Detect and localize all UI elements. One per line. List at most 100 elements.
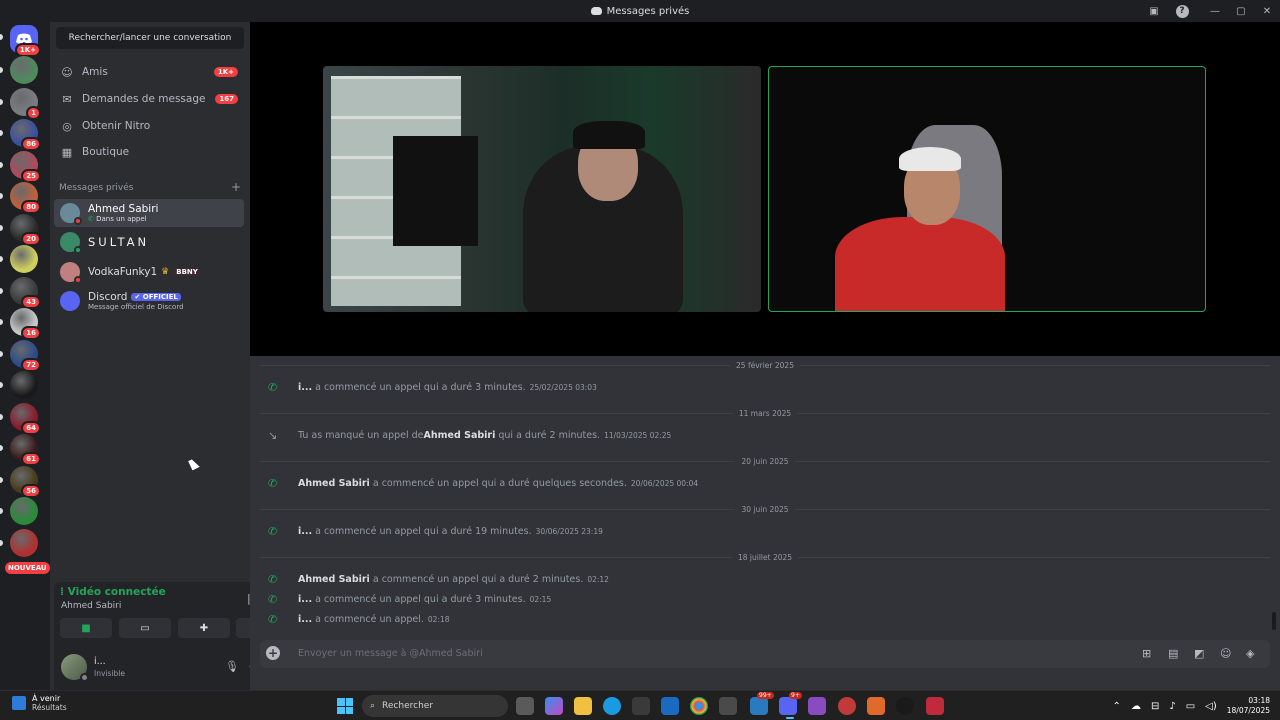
task-view-icon[interactable] [516, 697, 534, 715]
timestamp: 02:18 [427, 614, 450, 624]
server-icon[interactable] [10, 245, 38, 273]
date-label: 11 mars 2025 [738, 408, 792, 418]
apps-icon[interactable]: ◈ [1246, 647, 1254, 660]
gif-icon[interactable]: ▤ [1168, 647, 1178, 660]
server-icon[interactable]: 61 [10, 434, 41, 466]
server-icon[interactable] [10, 497, 38, 525]
emoji-icon[interactable]: ☺ [1220, 647, 1231, 660]
dm-item-sultan[interactable]: SULTAN [54, 228, 244, 256]
add-attachment-icon[interactable]: + [266, 646, 280, 660]
home-button[interactable]: 1K+ [10, 25, 41, 57]
copilot-icon[interactable] [545, 697, 563, 715]
phone-icon: ✆ [268, 592, 278, 606]
phone-icon: ✆ [268, 612, 278, 626]
phone-icon: ✆ [88, 215, 94, 223]
weather-sub: Résultats [32, 703, 67, 712]
dm-sub: ✆ Dans un appel [88, 215, 158, 223]
call-log-item: ✆ i... a commencé un appel qui a duré 3 m… [268, 380, 597, 394]
close-button[interactable]: ✕ [1254, 0, 1280, 22]
dm-name: VodkaFunky1 [88, 266, 158, 278]
window-title-text: Messages privés [606, 5, 690, 17]
call-text: a commencé un appel qui a duré 3 minutes… [312, 381, 526, 393]
call-user[interactable]: i... [298, 614, 312, 625]
message-input[interactable]: Envoyer un message à @Ahmed Sabiri [298, 648, 483, 659]
server-icon[interactable]: 43 [10, 276, 41, 309]
microphone-icon[interactable]: 🎙 [225, 660, 239, 673]
store-icon[interactable] [632, 697, 650, 715]
gamepad-app-icon[interactable] [808, 697, 826, 715]
chat-scrollbar[interactable] [1272, 612, 1276, 630]
volume-icon[interactable]: ◁) [1205, 701, 1217, 712]
dm-sub-text: Dans un appel [96, 215, 147, 223]
file-explorer-icon[interactable] [574, 697, 592, 715]
obs-icon[interactable] [896, 697, 914, 715]
discord-taskbar-icon[interactable] [779, 697, 797, 715]
dm-search-button[interactable]: Rechercher/lancer une conversation [56, 27, 244, 49]
sticker-icon[interactable]: ◩ [1194, 647, 1204, 660]
cloud-icon[interactable]: ☁ [1131, 701, 1141, 712]
microphone-tray-icon[interactable]: ♪ [1169, 701, 1175, 712]
call-user[interactable]: i... [298, 382, 312, 393]
windows-start-icon[interactable] [337, 698, 353, 714]
call-user[interactable]: Ahmed Sabiri [298, 478, 370, 489]
dm-item-vodkafunky1[interactable]: VodkaFunky1 ♛ BBNY [54, 258, 244, 286]
server-icon[interactable]: 16 [10, 308, 41, 340]
call-text: a commencé un appel qui a duré quelques … [369, 477, 627, 489]
screen-share-button[interactable]: ▭ [119, 618, 171, 638]
video-tile-self[interactable] [323, 66, 761, 312]
call-user[interactable]: Ahmed Sabiri [424, 430, 496, 441]
taskbar-search-label: Rechercher [382, 701, 434, 711]
chrome-icon[interactable] [690, 697, 708, 715]
server-icon[interactable]: 80 [10, 182, 41, 214]
server-avatar [10, 497, 38, 525]
minimize-button[interactable]: — [1202, 0, 1228, 22]
create-dm-button[interactable]: + [231, 181, 241, 193]
help-button[interactable]: ? [1174, 3, 1190, 19]
server-icon[interactable] [10, 528, 38, 557]
date-label: 25 février 2025 [736, 360, 794, 370]
taskbar-search[interactable]: ⌕ Rechercher [362, 695, 508, 717]
voice-status: ⁞ Vidéo connectée [60, 586, 166, 598]
camera-button[interactable]: ■ [60, 618, 112, 638]
network-icon[interactable]: ⊟ [1151, 701, 1159, 712]
video-tile-ahmed[interactable] [768, 66, 1206, 312]
clock[interactable]: 03:18 18/07/2025 [1227, 696, 1270, 716]
server-icon[interactable]: 64 [10, 402, 41, 435]
user-avatar[interactable] [61, 654, 89, 682]
call-user[interactable]: i... [298, 526, 312, 537]
server-icon[interactable]: 56 [10, 465, 41, 498]
nav-friends[interactable]: ☺ Amis 1K+ [54, 60, 244, 84]
server-icon[interactable]: 72 [10, 339, 41, 372]
call-text: a commencé un appel qui a duré 2 minutes… [369, 573, 584, 585]
server-icon[interactable]: 20 [10, 213, 41, 246]
orange-app-icon[interactable] [867, 697, 885, 715]
call-user[interactable]: i... [298, 594, 312, 605]
recording-app-icon[interactable] [838, 697, 856, 715]
phone-icon: ✆ [268, 380, 278, 394]
server-icon[interactable]: 1 [10, 87, 41, 120]
chevron-up-icon[interactable]: ⌃ [1113, 701, 1121, 712]
dm-item-discord[interactable]: Discord ✔ OFFICIEL Message officiel de D… [54, 287, 244, 315]
status-indicator [80, 673, 89, 682]
server-icon[interactable] [10, 56, 38, 84]
call-user[interactable]: Ahmed Sabiri [298, 574, 370, 585]
dm-item-ahmed-sabiri[interactable]: Ahmed Sabiri ✆ Dans un appel [54, 199, 244, 227]
red-app-icon[interactable] [926, 697, 944, 715]
mail-app-icon[interactable] [719, 697, 737, 715]
server-icon[interactable] [10, 371, 38, 399]
outlook-icon[interactable] [661, 697, 679, 715]
activity-button[interactable]: ✚ [178, 618, 230, 638]
gift-icon[interactable]: ⊞ [1142, 647, 1151, 660]
server-icon[interactable]: 25 [10, 150, 41, 183]
maximize-button[interactable]: ▢ [1228, 0, 1254, 22]
nav-nitro[interactable]: ◎ Obtenir Nitro [54, 114, 244, 138]
nav-message-requests[interactable]: ✉ Demandes de message 167 [54, 87, 244, 111]
inbox-icon[interactable]: ▣ [1146, 3, 1162, 19]
edge-icon[interactable] [603, 697, 621, 715]
server-icon[interactable]: 86 [10, 119, 41, 151]
messenger-icon[interactable] [750, 697, 768, 715]
widgets-icon [12, 696, 26, 710]
nav-shop[interactable]: ▦ Boutique [54, 140, 244, 164]
display-icon[interactable]: ▭ [1186, 701, 1195, 712]
weather-widget[interactable]: À venir Résultats [12, 694, 67, 712]
